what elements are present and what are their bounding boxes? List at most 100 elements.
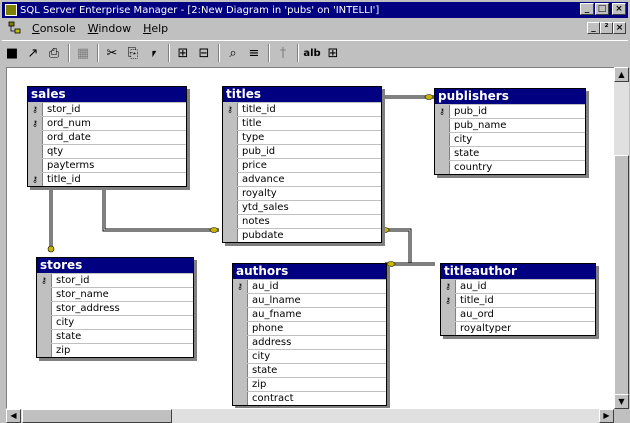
table-column-row[interactable]: city [37, 315, 193, 329]
table-column-row[interactable]: pub_id [223, 144, 381, 158]
scroll-up-icon[interactable]: ▲ [614, 67, 629, 82]
table-column-row[interactable]: qty [28, 144, 186, 158]
table-column-row[interactable]: ⚷ pub_id [435, 104, 585, 118]
primary-key-icon[interactable]: ⚷ [223, 103, 238, 116]
table-publishers[interactable]: publishers ⚷ pub_id pub_name city state countr… [434, 88, 586, 175]
table-column-row[interactable]: royaltyper [441, 321, 595, 335]
child-close-button[interactable]: × [613, 22, 626, 34]
child-minimize-button[interactable]: _ [587, 22, 600, 34]
table-column-row[interactable]: stor_address [37, 301, 193, 315]
primary-key-icon[interactable]: ⚷ [441, 294, 456, 307]
table-column-row[interactable]: state [435, 146, 585, 160]
row-selector[interactable] [233, 294, 248, 307]
table-titleauthor[interactable]: titleauthor ⚷ au_id ⚷ title_id au_ord royaltyp… [440, 263, 596, 336]
table-column-row[interactable]: payterms [28, 158, 186, 172]
table-column-row[interactable]: royalty [223, 186, 381, 200]
row-selector[interactable] [223, 173, 238, 186]
table-column-row[interactable]: contract [233, 391, 386, 405]
row-selector[interactable] [223, 215, 238, 228]
row-selector[interactable] [233, 308, 248, 321]
row-selector[interactable] [233, 378, 248, 391]
table-column-row[interactable]: ⚷ ord_num [28, 116, 186, 130]
primary-key-icon[interactable]: ⚷ [233, 280, 248, 293]
primary-key-icon[interactable]: ⚷ [28, 117, 43, 130]
row-selector[interactable] [37, 288, 52, 301]
table-column-row[interactable]: state [233, 363, 386, 377]
table-column-row[interactable]: type [223, 130, 381, 144]
table-column-row[interactable]: zip [37, 343, 193, 357]
vertical-scrollbar[interactable]: ▲ ▼ [614, 67, 629, 409]
table-column-row[interactable]: city [233, 349, 386, 363]
table-column-row[interactable]: ord_date [28, 130, 186, 144]
console-tree-icon[interactable] [8, 21, 22, 35]
diagram-canvas[interactable]: sales ⚷ stor_id ⚷ ord_num ord_date qty payterms… [6, 67, 616, 409]
table-authors[interactable]: authors ⚷ au_id au_lname au_fname phone addres… [232, 263, 387, 406]
table-stores[interactable]: stores ⚷ stor_id stor_name stor_address city s… [36, 257, 194, 358]
row-selector[interactable] [435, 119, 450, 132]
row-selector[interactable] [435, 147, 450, 160]
table-column-row[interactable]: au_ord [441, 307, 595, 321]
row-selector[interactable] [223, 131, 238, 144]
table-column-row[interactable]: ⚷ au_id [233, 279, 386, 293]
app-icon[interactable] [5, 4, 17, 16]
table-column-row[interactable]: address [233, 335, 386, 349]
minimize-button[interactable]: _ [580, 3, 594, 15]
properties-icon[interactable]: ≡ [244, 43, 264, 63]
new-table-icon[interactable]: ⊞ [173, 43, 193, 63]
table-sales[interactable]: sales ⚷ stor_id ⚷ ord_num ord_date qty payterms… [27, 86, 187, 187]
horizontal-scroll-thumb[interactable] [22, 409, 172, 423]
text-label-icon[interactable]: alb [302, 43, 322, 63]
primary-key-icon[interactable]: ⚷ [37, 274, 52, 287]
key-icon[interactable]: † [273, 43, 293, 63]
row-selector[interactable] [28, 159, 43, 172]
row-selector[interactable] [233, 392, 248, 405]
copy-icon[interactable]: ⎘ [123, 43, 143, 63]
open-icon[interactable]: ↗ [23, 43, 43, 63]
table-column-row[interactable]: country [435, 160, 585, 174]
table-column-row[interactable]: ytd_sales [223, 200, 381, 214]
primary-key-icon[interactable]: ⚷ [441, 280, 456, 293]
menu-window[interactable]: Window [82, 22, 137, 35]
menu-console[interactable]: Console [26, 22, 82, 35]
row-selector[interactable] [435, 161, 450, 174]
table-title[interactable]: authors [233, 264, 386, 279]
table-title[interactable]: stores [37, 258, 193, 273]
row-selector[interactable] [233, 364, 248, 377]
relationship-titles-titleauthor[interactable] [380, 228, 435, 266]
row-selector[interactable] [441, 322, 456, 335]
row-selector[interactable] [37, 302, 52, 315]
table-column-row[interactable]: title [223, 116, 381, 130]
maximize-button[interactable]: □ [595, 3, 609, 15]
table-column-row[interactable]: zip [233, 377, 386, 391]
table-column-row[interactable]: advance [223, 172, 381, 186]
table-column-row[interactable]: state [37, 329, 193, 343]
paste-icon[interactable]: ⎖ [144, 43, 164, 63]
row-selector[interactable] [28, 145, 43, 158]
row-selector[interactable] [37, 344, 52, 357]
scroll-left-icon[interactable]: ◀ [6, 409, 21, 423]
row-selector[interactable] [223, 159, 238, 172]
row-selector[interactable] [223, 145, 238, 158]
menu-help[interactable]: Help [137, 22, 174, 35]
table-title[interactable]: sales [28, 87, 186, 102]
relationship-sales-titles[interactable] [102, 190, 219, 232]
table-title[interactable]: titleauthor [441, 264, 595, 279]
table-column-row[interactable]: price [223, 158, 381, 172]
table-column-row[interactable]: ⚷ title_id [223, 102, 381, 116]
row-selector[interactable] [233, 350, 248, 363]
vertical-scroll-thumb[interactable] [614, 155, 629, 395]
primary-key-icon[interactable]: ⚷ [435, 105, 450, 118]
arrange-tables-icon[interactable]: ⊞ [323, 43, 343, 63]
scroll-right-icon[interactable]: ▶ [599, 409, 614, 423]
table-column-row[interactable]: notes [223, 214, 381, 228]
row-selector[interactable] [435, 133, 450, 146]
row-selector[interactable] [223, 117, 238, 130]
table-column-row[interactable]: pubdate [223, 228, 381, 242]
scroll-down-icon[interactable]: ▼ [614, 394, 629, 409]
table-column-row[interactable]: city [435, 132, 585, 146]
row-selector[interactable] [223, 229, 238, 242]
table-column-row[interactable]: phone [233, 321, 386, 335]
zoom-icon[interactable]: ⌕ [223, 43, 243, 63]
table-column-row[interactable]: ⚷ title_id [28, 172, 186, 186]
print-icon[interactable]: ⎙ [44, 43, 64, 63]
